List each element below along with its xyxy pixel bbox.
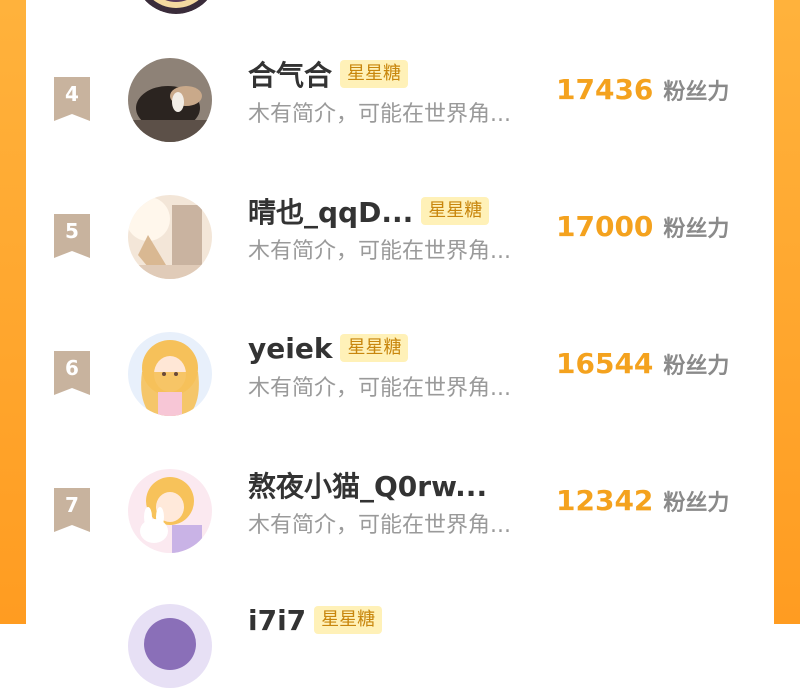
list-item[interactable]: 7 熬夜小猫_Q0rw... 木有简介，可能在世界角... 12342 粉丝力	[26, 455, 774, 565]
cat-photo-avatar-icon	[128, 58, 212, 142]
user-bio: 木有简介，可能在世界角...	[248, 513, 511, 538]
anime-avatar-partial-icon	[144, 0, 208, 14]
avatar[interactable]	[128, 195, 212, 279]
user-name[interactable]: i7i7	[248, 604, 306, 637]
avatar[interactable]	[128, 332, 212, 416]
fans-count: 17000	[556, 210, 654, 243]
avatar[interactable]	[128, 604, 212, 688]
user-bio: 木有简介，可能在世界角...	[248, 102, 511, 127]
rank-badge: 7	[54, 488, 90, 532]
user-name[interactable]: yeiek	[248, 332, 332, 365]
fans-label: 粉丝力	[663, 217, 730, 242]
avatar[interactable]	[128, 58, 212, 142]
ranking-list: 4 合气合 星星糖 木有简介，可能在世界角... 17436 粉丝力 5 晴也_…	[26, 0, 774, 688]
anime-girl-bunny-avatar-icon	[128, 469, 212, 553]
fans-label: 粉丝力	[663, 80, 730, 105]
rank-badge: 4	[54, 77, 90, 121]
level-badge: 星星糖	[340, 334, 409, 362]
user-name[interactable]: 晴也_qqD...	[248, 191, 413, 231]
fans-label: 粉丝力	[663, 354, 730, 379]
user-name[interactable]: 合气合	[248, 54, 332, 94]
anime-girl-avatar-icon	[128, 332, 212, 416]
user-bio: 木有简介，可能在世界角...	[248, 239, 511, 264]
avatar[interactable]	[134, 0, 218, 14]
list-item[interactable]: 5 晴也_qqD... 星星糖 木有简介，可能在世界角... 17000 粉丝力	[26, 181, 774, 291]
level-badge: 星星糖	[340, 60, 409, 88]
right-border	[774, 0, 800, 624]
rank-badge: 6	[54, 351, 90, 395]
avatar[interactable]	[128, 469, 212, 553]
list-item[interactable]: 4 合气合 星星糖 木有简介，可能在世界角... 17436 粉丝力	[26, 44, 774, 154]
list-item[interactable]: i7i7 星星糖	[26, 590, 774, 700]
fans-label: 粉丝力	[663, 491, 730, 516]
user-bio: 木有简介，可能在世界角...	[248, 376, 511, 401]
rank-badge: 5	[54, 214, 90, 258]
fans-count: 17436	[556, 73, 654, 106]
anime-avatar-partial-icon	[128, 604, 212, 688]
sunlit-photo-avatar-icon	[128, 195, 212, 279]
list-item[interactable]: 6 yeiek 星星糖 木有简介，可能在世界角... 16544 粉丝力	[26, 318, 774, 428]
fans-count: 16544	[556, 347, 654, 380]
left-border	[0, 0, 26, 624]
user-name[interactable]: 熬夜小猫_Q0rw...	[248, 465, 487, 505]
level-badge: 星星糖	[314, 606, 383, 634]
fans-count: 12342	[556, 484, 654, 517]
level-badge: 星星糖	[421, 197, 490, 225]
